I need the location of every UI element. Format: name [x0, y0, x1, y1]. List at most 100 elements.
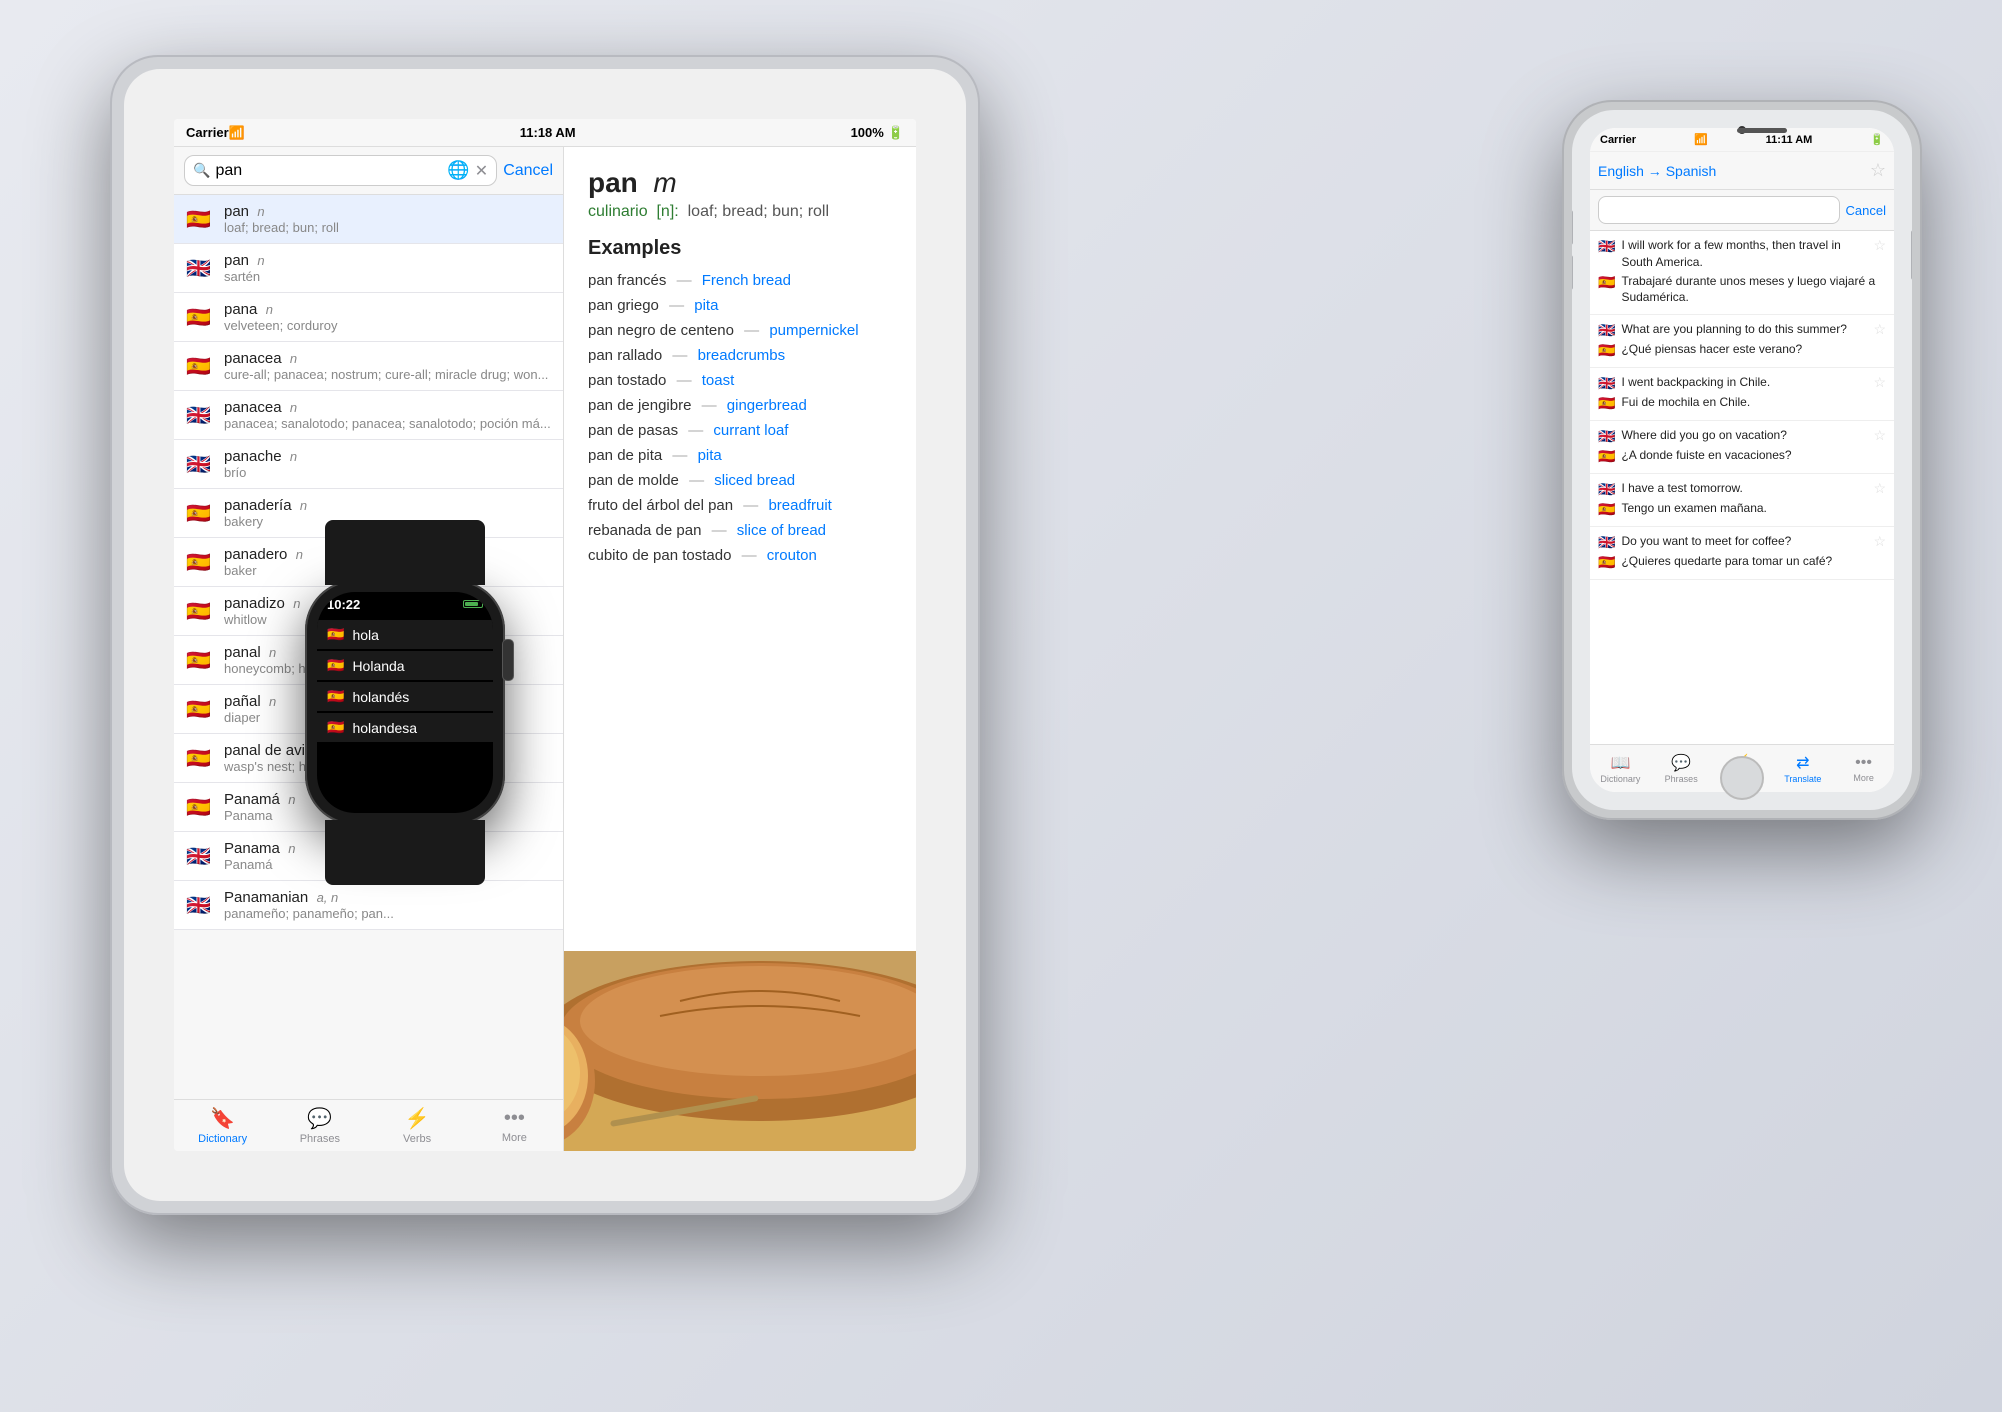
- phrase-star[interactable]: ☆: [1873, 427, 1886, 444]
- phrase-pair[interactable]: 🇬🇧 What are you planning to do this summ…: [1590, 315, 1894, 368]
- tab-label: More: [502, 1132, 527, 1144]
- iphone-search-input[interactable]: [1598, 196, 1840, 224]
- watch-list-item[interactable]: 🇪🇸 holandés: [317, 682, 493, 711]
- example-english: pita: [698, 447, 722, 464]
- word-list-item[interactable]: 🇪🇸 pan n loaf; bread; bun; roll: [174, 195, 563, 244]
- example-spanish: pan de pita: [588, 447, 662, 464]
- word-item-text: pana n velveteen; corduroy: [224, 301, 551, 333]
- word-list-item[interactable]: 🇬🇧 panacea n panacea; sanalotodo; panace…: [174, 391, 563, 440]
- ipad-tab-verbs[interactable]: ⚡ Verbs: [369, 1106, 466, 1145]
- flag-icon: 🇪🇸: [186, 697, 214, 722]
- iphone-wifi-icon: 📶: [1694, 133, 1708, 146]
- word-item-text: pan n loaf; bread; bun; roll: [224, 203, 551, 235]
- word-item-text: panacea n cure-all; panacea; nostrum; cu…: [224, 350, 551, 382]
- tab-icon: ⚡: [405, 1106, 430, 1131]
- search-query: pan: [215, 162, 442, 180]
- pos-label: n: [269, 645, 276, 660]
- watch-list-item[interactable]: 🇪🇸 Holanda: [317, 651, 493, 680]
- iphone-home-button[interactable]: [1720, 756, 1764, 800]
- ipad-tab-phrases[interactable]: 💬 Phrases: [271, 1106, 368, 1145]
- iphone-vol-down[interactable]: [1572, 255, 1573, 290]
- phrase-pair[interactable]: 🇬🇧 I will work for a few months, then tr…: [1590, 231, 1894, 315]
- phrase-pair[interactable]: 🇬🇧 Do you want to meet for coffee? ☆ 🇪🇸 …: [1590, 527, 1894, 580]
- flag-icon: 🇪🇸: [186, 501, 214, 526]
- example-english: crouton: [767, 547, 817, 564]
- ipad-screen: Carrier 📶 11:18 AM 100% 🔋 🔍 pan: [174, 119, 916, 1151]
- cancel-button[interactable]: Cancel: [503, 162, 553, 180]
- phrase-star[interactable]: ☆: [1873, 480, 1886, 497]
- word-label: Panama: [224, 840, 280, 857]
- word-item-text: pan n sartén: [224, 252, 551, 284]
- word-list-item[interactable]: 🇬🇧 Panamanian a, n panameño; panameño; p…: [174, 881, 563, 930]
- phrase-star[interactable]: ☆: [1873, 321, 1886, 338]
- ipad-tab-dictionary[interactable]: 🔖 Dictionary: [174, 1106, 271, 1145]
- example-english: pumpernickel: [769, 322, 858, 339]
- iphone-tab-dictionary[interactable]: 📖 Dictionary: [1590, 745, 1651, 792]
- iphone-battery-icon: 🔋: [1870, 133, 1884, 146]
- example-item: pan rallado — breadcrumbs: [588, 347, 892, 364]
- phrase-row-en: 🇬🇧 I have a test tomorrow. ☆: [1598, 480, 1886, 498]
- iphone-side-button[interactable]: [1911, 230, 1912, 280]
- phrase-pair[interactable]: 🇬🇧 Where did you go on vacation? ☆ 🇪🇸 ¿A…: [1590, 421, 1894, 474]
- phrase-star[interactable]: ☆: [1873, 374, 1886, 391]
- word-item-sub: brío: [224, 465, 551, 480]
- tab-label: Phrases: [300, 1133, 340, 1145]
- examples-list: pan francés — French bread pan griego — …: [588, 272, 892, 564]
- ipad-battery: 100%: [851, 125, 884, 140]
- examples-heading: Examples: [588, 237, 892, 260]
- example-item: pan tostado — toast: [588, 372, 892, 389]
- example-dash: —: [689, 472, 708, 489]
- example-spanish: pan negro de centeno: [588, 322, 734, 339]
- watch-word: holandesa: [352, 720, 417, 736]
- phrase-flag-en: 🇬🇧: [1598, 375, 1615, 392]
- phrase-pair[interactable]: 🇬🇧 I went backpacking in Chile. ☆ 🇪🇸 Fui…: [1590, 368, 1894, 421]
- iphone-tab-translate[interactable]: ⇄ Translate: [1772, 745, 1833, 792]
- word-list-item[interactable]: 🇪🇸 pana n velveteen; corduroy: [174, 293, 563, 342]
- example-english: French bread: [702, 272, 791, 289]
- pos-label: n: [290, 449, 297, 464]
- phrase-flag-en: 🇬🇧: [1598, 428, 1615, 445]
- watch-word: Holanda: [352, 658, 404, 674]
- phrase-text-en: Where did you go on vacation?: [1621, 427, 1867, 444]
- globe-icon[interactable]: 🌐: [447, 160, 469, 181]
- phrase-star[interactable]: ☆: [1873, 533, 1886, 550]
- iphone-vol-up[interactable]: [1572, 210, 1573, 245]
- pos-label: n: [290, 351, 297, 366]
- word-list-item[interactable]: 🇬🇧 panache n brío: [174, 440, 563, 489]
- pos-label: n: [300, 498, 307, 513]
- phrase-text-en: What are you planning to do this summer?: [1621, 321, 1867, 338]
- phrase-flag-en: 🇬🇧: [1598, 238, 1615, 255]
- word-item-text: panache n brío: [224, 448, 551, 480]
- ipad-inner: Carrier 📶 11:18 AM 100% 🔋 🔍 pan: [124, 69, 966, 1201]
- word-list-item[interactable]: 🇪🇸 panacea n cure-all; panacea; nostrum;…: [174, 342, 563, 391]
- example-dash: —: [677, 272, 696, 289]
- watch-list-item[interactable]: 🇪🇸 holandesa: [317, 713, 493, 742]
- example-spanish: pan francés: [588, 272, 666, 289]
- phrase-row-es: 🇪🇸 Tengo un examen mañana.: [1598, 500, 1886, 518]
- example-item: pan negro de centeno — pumpernickel: [588, 322, 892, 339]
- phrase-pair[interactable]: 🇬🇧 I have a test tomorrow. ☆ 🇪🇸 Tengo un…: [1590, 474, 1894, 527]
- word-item-sub: panacea; sanalotodo; panacea; sanalotodo…: [224, 416, 551, 431]
- iphone-tab-more[interactable]: ••• More: [1833, 745, 1894, 792]
- phrase-flag-es: 🇪🇸: [1598, 501, 1615, 518]
- def-word: pan: [588, 167, 638, 198]
- clear-icon[interactable]: ✕: [475, 161, 488, 181]
- watch-band-bottom: [325, 820, 485, 885]
- iphone-tab-phrases[interactable]: 💬 Phrases: [1651, 745, 1712, 792]
- iphone-tab-label: Translate: [1784, 774, 1821, 784]
- word-list-item[interactable]: 🇬🇧 pan n sartén: [174, 244, 563, 293]
- watch-list-item[interactable]: 🇪🇸 hola: [317, 620, 493, 649]
- search-input-wrap[interactable]: 🔍 pan 🌐 ✕: [184, 155, 497, 186]
- pos-label: n: [257, 204, 264, 219]
- watch-screen: 10:22 🇪🇸 hola 🇪🇸 Holanda 🇪🇸 holandés 🇪🇸 …: [317, 592, 493, 813]
- watch-device: 10:22 🇪🇸 hola 🇪🇸 Holanda 🇪🇸 holandés 🇪🇸 …: [305, 580, 505, 825]
- example-dash: —: [672, 447, 691, 464]
- tab-label: Dictionary: [198, 1133, 247, 1145]
- ipad-tab-more[interactable]: ••• More: [466, 1107, 563, 1144]
- word-label: pana: [224, 301, 257, 318]
- iphone-cancel-button[interactable]: Cancel: [1846, 203, 1886, 218]
- phrase-star[interactable]: ☆: [1873, 237, 1886, 254]
- flag-icon: 🇪🇸: [186, 305, 214, 330]
- iphone-nav: English → Spanish ☆: [1590, 152, 1894, 190]
- iphone-favorite-star[interactable]: ☆: [1870, 160, 1886, 181]
